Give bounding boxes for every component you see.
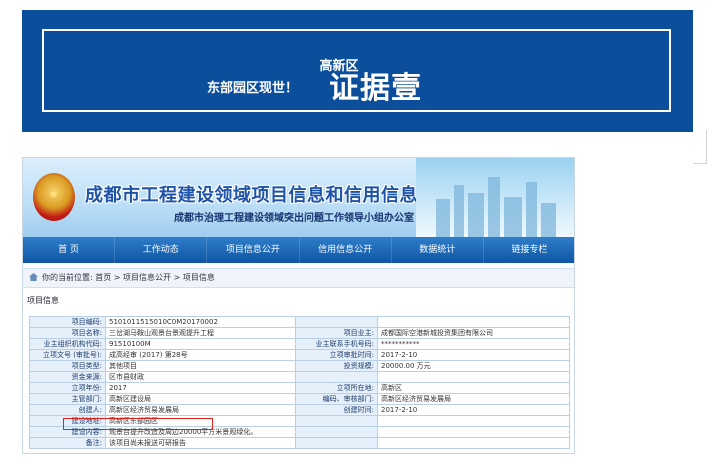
field-label: 创建时间: (295, 404, 378, 416)
table-row: 项目类型: 其他项目 投资规模: 20000.00 万元 (29, 360, 570, 372)
field-value: 三岔湖马鞍山观景台景观提升工程 (105, 327, 296, 339)
field-label: 项目类型: (29, 360, 106, 372)
field-label: 立项所在地: (295, 382, 378, 394)
banner-frame: 高新区 东部园区现世！ 证据壹 (42, 29, 671, 112)
field-label (295, 426, 378, 438)
field-value: 2017-2-10 (377, 404, 570, 416)
field-value: 2017-2-10 (377, 349, 570, 361)
table-row: 业主组织机构代码: 91510100M 业主联系手机号码: *********** (29, 338, 570, 350)
field-label: 项目名称: (29, 327, 106, 339)
section-title: 项目信息 (27, 296, 59, 305)
field-label: 主管部门: (29, 393, 106, 405)
address-highlight-box (63, 418, 213, 430)
field-label (295, 415, 378, 427)
nav-links[interactable]: 链接专栏 (484, 237, 574, 263)
field-value: 该项目尚未报送可研报告 (105, 437, 296, 449)
home-icon (29, 273, 38, 281)
field-value (377, 371, 570, 383)
field-value: 91510100M (105, 338, 296, 350)
field-value (377, 415, 570, 427)
nav-credit-info[interactable]: 信用信息公开 (300, 237, 392, 263)
field-value: 高新区 (377, 382, 570, 394)
side-divider (693, 130, 707, 164)
field-value: 高新区建设局 (105, 393, 296, 405)
field-value: 其他项目 (105, 360, 296, 372)
nav-work-news[interactable]: 工作动态 (115, 237, 208, 263)
banner-heading: 证据壹 (329, 71, 422, 106)
table-row: 资金来源: 区市县财政 (29, 371, 570, 383)
field-value (377, 437, 570, 449)
site-header: ★ 成都市工程建设领域项目信息和信用信息公开共享专栏 成都市治理工程建设领域突出… (23, 158, 574, 237)
field-label: 业主联系手机号码: (295, 338, 378, 350)
table-row: 项目名称: 三岔湖马鞍山观景台景观提升工程 项目业主: 成都国际空港新城投资集团有限公… (29, 327, 570, 339)
field-label (295, 371, 378, 383)
field-value: *********** (377, 338, 570, 350)
city-skyline-image (416, 158, 574, 237)
site-subtitle: 成都市治理工程建设领域突出问题工作领导小组办公室 (174, 213, 414, 224)
breadcrumb: 你的当前位置: 首页 > 项目信息公开 > 项目信息 (23, 268, 574, 288)
field-label (295, 437, 378, 449)
field-label (295, 316, 378, 328)
table-row: 立项年份: 2017 立项所在地: 高新区 (29, 382, 570, 394)
nav-home[interactable]: 首 页 (23, 237, 116, 263)
field-value: 2017 (105, 382, 296, 394)
field-value: 区市县财政 (105, 371, 296, 383)
banner-line-2: 东部园区现世！ (207, 81, 299, 96)
field-value: 20000.00 万元 (377, 360, 570, 372)
field-label: 资金来源: (29, 371, 106, 383)
table-row: 项目编码: 5101011515010C0M20170002 (29, 316, 570, 328)
field-label: 项目编码: (29, 316, 106, 328)
main-nav: 首 页 工作动态 项目信息公开 信用信息公开 数据统计 链接专栏 (23, 237, 574, 263)
field-value: 成都国际空港新城投资集团有限公司 (377, 327, 570, 339)
nav-statistics[interactable]: 数据统计 (392, 237, 484, 263)
field-label: 立项年份: (29, 382, 106, 394)
breadcrumb-text: 你的当前位置: 首页 > 项目信息公开 > 项目信息 (42, 273, 215, 282)
field-value: 高新区经济贸易发展局 (377, 393, 570, 405)
page: 高新区 东部园区现世！ 证据壹 ★ 成都市工程建设领域项目信息和信用信息公开共享… (0, 0, 709, 459)
field-label: 业主组织机构代码: (29, 338, 106, 350)
field-label: 创建人: (29, 404, 106, 416)
field-label: 投资规模: (295, 360, 378, 372)
field-label: 立项文号 (审批号): (29, 349, 106, 361)
national-emblem-icon: ★ (33, 173, 75, 221)
table-row: 立项文号 (审批号): 成高经审 (2017) 第28号 立项审批时间: 2017-2… (29, 349, 570, 361)
table-row: 备注: 该项目尚未报送可研报告 (29, 437, 570, 449)
field-value (377, 426, 570, 438)
website-screenshot: ★ 成都市工程建设领域项目信息和信用信息公开共享专栏 成都市治理工程建设领域突出… (22, 157, 575, 454)
field-value (377, 316, 570, 328)
evidence-banner: 高新区 东部园区现世！ 证据壹 (22, 10, 693, 132)
field-label: 立项审批时间: (295, 349, 378, 361)
nav-project-info[interactable]: 项目信息公开 (207, 237, 300, 263)
field-value: 高新区经济贸易发展局 (105, 404, 296, 416)
table-row: 主管部门: 高新区建设局 编码、审核部门: 高新区经济贸易发展局 (29, 393, 570, 405)
field-value: 5101011515010C0M20170002 (105, 316, 296, 328)
field-label: 备注: (29, 437, 106, 449)
table-row: 创建人: 高新区经济贸易发展局 创建时间: 2017-2-10 (29, 404, 570, 416)
field-value: 成高经审 (2017) 第28号 (105, 349, 296, 361)
field-label: 项目业主: (295, 327, 378, 339)
field-label: 编码、审核部门: (295, 393, 378, 405)
